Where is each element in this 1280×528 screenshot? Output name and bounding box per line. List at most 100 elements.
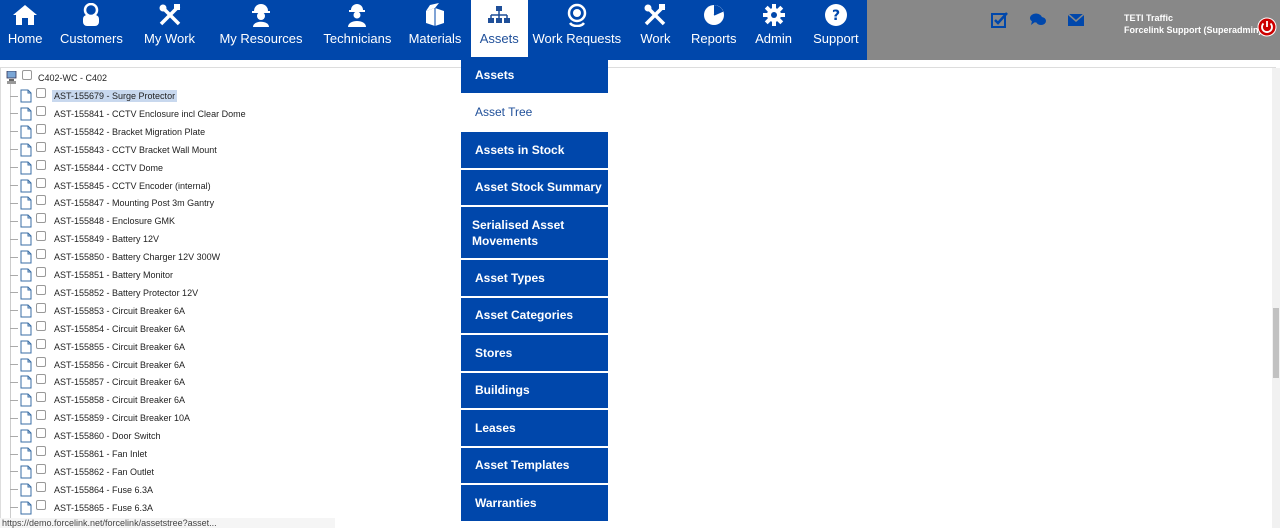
nav-item-admin[interactable]: Admin [742,0,804,60]
tree-node[interactable]: AST-155851 - Battery Monitor [10,266,175,284]
dropdown-item-asset-templates[interactable]: Asset Templates [461,448,608,485]
tree-branch-line [10,364,18,365]
tasks-checkbox-icon[interactable] [990,10,1010,30]
nav-item-my-work[interactable]: My Work [132,0,206,60]
home-icon [11,3,39,27]
tree-node[interactable]: AST-155848 - Enclosure GMK [10,212,177,230]
dropdown-item-stores[interactable]: Stores [461,335,608,373]
nav-item-my-resources[interactable]: My Resources [207,0,316,60]
tree-node-checkbox[interactable] [36,463,46,474]
document-icon [20,143,32,157]
tree-node-label: AST-155860 - Door Switch [54,431,161,442]
tree-node-label: AST-155859 - Circuit Breaker 10A [54,413,191,424]
tools-icon [156,3,184,27]
nav-item-support[interactable]: ? Support [805,0,867,60]
tree-node[interactable]: AST-155841 - CCTV Enclosure incl Clear D… [10,105,248,123]
tree-node-checkbox[interactable] [36,428,46,439]
dropdown-item-serialised-asset-movements[interactable]: Serialised Asset Movements [461,207,608,260]
dropdown-item-asset-stock-summary[interactable]: Asset Stock Summary [461,170,608,207]
tree-node-label: AST-155856 - Circuit Breaker 6A [54,359,186,370]
tree-node-checkbox[interactable] [36,338,46,349]
tree-node[interactable]: AST-155842 - Bracket Migration Plate [10,123,207,141]
tree-node-label: AST-155841 - CCTV Enclosure incl Clear D… [54,108,246,119]
dropdown-item-leases[interactable]: Leases [461,410,608,448]
tree-node-checkbox[interactable] [36,392,46,403]
tree-root[interactable]: C402-WC - C402 [6,70,107,85]
tree-node[interactable]: AST-155855 - Circuit Breaker 6A [10,338,187,356]
nav-item-reports[interactable]: Reports [685,0,742,60]
tree-node[interactable]: AST-155856 - Circuit Breaker 6A [10,356,187,374]
tree-node[interactable]: AST-155847 - Mounting Post 3m Gantry [10,194,216,212]
tree-node-checkbox[interactable] [36,267,46,277]
tree-node-checkbox[interactable] [36,249,46,260]
tree-node-checkbox[interactable] [36,410,46,421]
tree-node-checkbox[interactable] [36,159,46,170]
tree-node-label: AST-155844 - CCTV Dome [54,162,164,173]
tree-node-checkbox[interactable] [36,213,46,224]
tree-node[interactable]: AST-155862 - Fan Outlet [10,463,156,481]
tree-node[interactable]: AST-155860 - Door Switch [10,427,163,445]
tree-node[interactable]: AST-155850 - Battery Charger 12V 300W [10,248,222,266]
nav-item-work[interactable]: Work [626,0,685,60]
worker-icon [247,3,275,27]
dropdown-item-assets[interactable]: Assets [461,57,608,95]
nav-item-work-requests[interactable]: Work Requests [528,0,626,60]
tree-node-checkbox[interactable] [36,231,46,242]
dropdown-item-assets-in-stock[interactable]: Assets in Stock [461,132,608,170]
tree-node-checkbox[interactable] [36,105,46,116]
tree-node[interactable]: AST-155853 - Circuit Breaker 6A [10,302,187,320]
document-icon [20,429,32,443]
dropdown-item-buildings[interactable]: Buildings [461,373,608,410]
scrollbar-thumb[interactable] [1273,308,1279,378]
tree-node[interactable]: AST-155849 - Battery 12V [10,230,161,248]
nav-item-home[interactable]: Home [0,0,50,60]
hierarchy-icon [485,3,513,27]
mail-icon[interactable] [1066,10,1086,30]
nav-item-customers[interactable]: Customers [50,0,132,60]
tree-node[interactable]: AST-155859 - Circuit Breaker 10A [10,409,192,427]
tree-node-checkbox[interactable] [36,356,46,367]
tree-node[interactable]: AST-155858 - Circuit Breaker 6A [10,391,187,409]
page-scrollbar[interactable] [1272,68,1280,528]
nav-item-technicians[interactable]: Technicians [315,0,399,60]
tree-node[interactable]: AST-155679 - Surge Protector [10,87,178,105]
tree-node-checkbox[interactable] [36,88,46,98]
document-icon [20,89,32,103]
tree-node-checkbox[interactable] [36,195,46,206]
tree-node[interactable]: AST-155865 - Fuse 6.3A [10,499,155,517]
tree-node[interactable]: AST-155854 - Circuit Breaker 6A [10,320,187,338]
logout-power-icon[interactable] [1257,17,1277,37]
nav-item-materials[interactable]: Materials [399,0,470,60]
dropdown-item-asset-types[interactable]: Asset Types [461,260,608,298]
document-icon [20,483,32,497]
tree-node-checkbox[interactable] [36,284,46,295]
chat-icon[interactable] [1028,10,1048,30]
header-icons [990,10,1086,30]
nav-item-assets[interactable]: Assets [470,0,528,60]
dropdown-item-asset-tree[interactable]: Asset Tree [461,94,608,132]
tree-node-checkbox[interactable] [36,141,46,152]
assets-dropdown-menu: Assets Asset Tree Assets in Stock Asset Sto… [461,57,608,523]
tree-node-checkbox[interactable] [36,374,46,385]
tree-node[interactable]: AST-155864 - Fuse 6.3A [10,481,155,499]
tree-root-checkbox[interactable] [22,70,32,80]
tree-node-label: AST-155862 - Fan Outlet [54,466,155,477]
tree-node[interactable]: AST-155844 - CCTV Dome [10,159,165,177]
nav-item-label: Work [640,31,671,46]
tree-node-checkbox[interactable] [36,446,46,456]
tree-branch-line [10,256,18,258]
tree-node-checkbox[interactable] [36,499,46,510]
dropdown-item-asset-categories[interactable]: Asset Categories [461,298,608,335]
tree-node[interactable]: AST-155845 - CCTV Encoder (internal) [10,177,213,195]
tree-node-checkbox[interactable] [36,123,46,134]
tree-node[interactable]: AST-155857 - Circuit Breaker 6A [10,373,187,391]
tree-node-checkbox[interactable] [36,302,46,313]
tree-node-checkbox[interactable] [36,177,46,188]
tree-node[interactable]: AST-155861 - Fan Inlet [10,445,149,463]
tree-node[interactable]: AST-155843 - CCTV Bracket Wall Mount [10,141,219,159]
tree-node-checkbox[interactable] [36,481,46,492]
tree-node-checkbox[interactable] [36,320,46,331]
gear-icon [760,3,788,27]
dropdown-item-warranties[interactable]: Warranties [461,485,608,523]
tree-node[interactable]: AST-155852 - Battery Protector 12V [10,284,200,302]
